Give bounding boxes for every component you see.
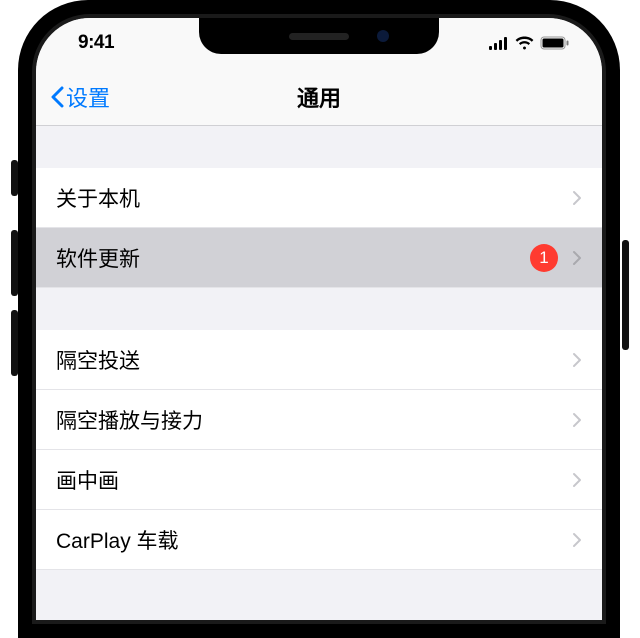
page-title: 通用	[297, 81, 341, 113]
status-icons	[489, 36, 570, 50]
wifi-icon	[515, 36, 534, 50]
battery-icon	[540, 36, 570, 50]
row-label: 隔空播放与接力	[56, 405, 572, 435]
row-label: 软件更新	[56, 243, 530, 273]
notch	[199, 18, 439, 54]
group-gap	[36, 288, 602, 330]
chevron-right-icon	[572, 472, 582, 488]
row-carplay[interactable]: CarPlay 车载	[36, 510, 602, 570]
screen: 9:41 设置 通用 关于本机	[36, 18, 602, 620]
back-button[interactable]: 设置	[50, 81, 110, 113]
row-label: CarPlay 车载	[56, 525, 572, 555]
row-airplay-handoff[interactable]: 隔空播放与接力	[36, 390, 602, 450]
status-time: 9:41	[78, 32, 114, 54]
chevron-right-icon	[572, 190, 582, 206]
row-label: 隔空投送	[56, 345, 572, 375]
back-label: 设置	[66, 81, 110, 113]
chevron-right-icon	[572, 412, 582, 428]
volume-down-button[interactable]	[11, 310, 18, 376]
phone-inner-frame: 9:41 设置 通用 关于本机	[32, 14, 606, 624]
row-software-update[interactable]: 软件更新 1	[36, 228, 602, 288]
chevron-right-icon	[572, 532, 582, 548]
row-picture-in-picture[interactable]: 画中画	[36, 450, 602, 510]
phone-frame: 9:41 设置 通用 关于本机	[18, 0, 620, 638]
chevron-right-icon	[572, 250, 582, 266]
volume-up-button[interactable]	[11, 230, 18, 296]
power-button[interactable]	[622, 240, 629, 350]
speaker	[289, 33, 349, 40]
nav-bar: 设置 通用	[36, 68, 602, 126]
front-camera	[377, 30, 389, 42]
chevron-right-icon	[572, 352, 582, 368]
notification-badge: 1	[530, 244, 558, 272]
group-gap	[36, 126, 602, 168]
chevron-left-icon	[50, 86, 64, 108]
row-about[interactable]: 关于本机	[36, 168, 602, 228]
silence-switch[interactable]	[11, 160, 18, 196]
row-airdrop[interactable]: 隔空投送	[36, 330, 602, 390]
row-label: 关于本机	[56, 183, 572, 213]
row-label: 画中画	[56, 465, 572, 495]
cellular-icon	[489, 37, 509, 50]
content: 关于本机 软件更新 1 隔空投送 隔空播放与接力	[36, 126, 602, 570]
